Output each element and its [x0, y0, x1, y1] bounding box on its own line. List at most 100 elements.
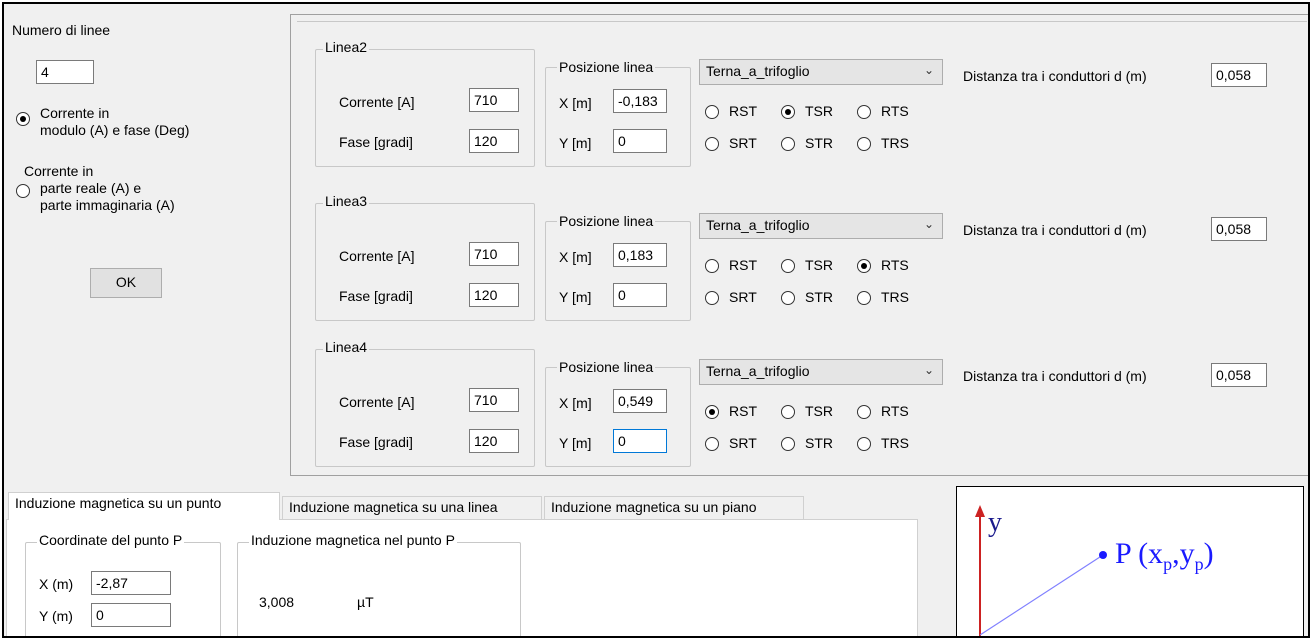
- phase-rts-radio-linea2[interactable]: [857, 105, 871, 119]
- phase-rts-label-linea2: RTS: [881, 103, 909, 119]
- result-value: 3,008: [259, 594, 295, 610]
- phase-str-radio-linea2[interactable]: [781, 137, 795, 151]
- phase-str-label-linea2: STR: [805, 135, 833, 151]
- phase-tsr-radio-linea2[interactable]: [781, 105, 795, 119]
- fase-label-linea4: Fase [gradi]: [339, 434, 413, 450]
- corrente-input-linea2[interactable]: 710: [469, 88, 519, 112]
- tab-induzione-linea[interactable]: Induzione magnetica su una linea: [282, 496, 542, 520]
- point-diagram: y P (xp,yp): [956, 486, 1304, 636]
- phase-rst-label-linea4: RST: [729, 403, 757, 419]
- phase-trs-radio-linea3[interactable]: [857, 291, 871, 305]
- distanza-label-linea3: Distanza tra i conduttori d (m): [963, 222, 1147, 238]
- x-label-linea4: X [m]: [559, 395, 592, 411]
- fase-input-linea2[interactable]: 120: [469, 129, 519, 153]
- radio-reale-immaginaria-label: Corrente in parte reale (A) e parte imma…: [24, 163, 175, 214]
- y-input-linea3[interactable]: 0: [613, 283, 667, 307]
- phase-trs-label-linea2: TRS: [881, 135, 909, 151]
- left-panel: Numero di linee 4 Corrente in modulo (A)…: [4, 4, 288, 464]
- posizione-label-linea2: Posizione linea: [557, 59, 656, 75]
- line-title-linea2: Linea2: [323, 39, 370, 55]
- fase-label: Fase [gradi]: [339, 134, 413, 150]
- phase-tsr-radio-linea4[interactable]: [781, 405, 795, 419]
- point-y-label: Y (m): [39, 608, 73, 624]
- point-label: P (xp,yp): [1115, 537, 1214, 575]
- fase-label-linea3: Fase [gradi]: [339, 288, 413, 304]
- phase-rst-radio-linea4[interactable]: [705, 405, 719, 419]
- distanza-input-linea3[interactable]: 0,058: [1211, 217, 1267, 241]
- distanza-label-linea2: Distanza tra i conduttori d (m): [963, 68, 1147, 84]
- phase-srt-radio-linea4[interactable]: [705, 437, 719, 451]
- phase-srt-radio-linea2[interactable]: [705, 137, 719, 151]
- phase-str-radio-linea3[interactable]: [781, 291, 795, 305]
- corrente-input-linea4[interactable]: 710: [469, 388, 519, 412]
- chevron-down-icon: ⌄: [923, 63, 934, 77]
- result-group-label: Induzione magnetica nel punto P: [249, 532, 457, 548]
- y-input-linea4[interactable]: 0: [613, 429, 667, 453]
- x-label-linea2: X [m]: [559, 95, 592, 111]
- point-label-sub-y: p: [1194, 554, 1204, 574]
- radio-modulo-fase[interactable]: [16, 112, 30, 126]
- phase-srt-radio-linea3[interactable]: [705, 291, 719, 305]
- phase-str-radio-linea4[interactable]: [781, 437, 795, 451]
- phase-rst-label-linea3: RST: [729, 257, 757, 273]
- num-lines-input[interactable]: 4: [36, 60, 94, 84]
- y-axis-arrow-icon: [975, 505, 985, 517]
- phase-rts-radio-linea3[interactable]: [857, 259, 871, 273]
- phase-rts-label-linea4: RTS: [881, 403, 909, 419]
- corrente-label-linea4: Corrente [A]: [339, 394, 415, 410]
- phase-srt-label-linea3: SRT: [729, 289, 757, 305]
- terna-select-linea4[interactable]: Terna_a_trifoglio ⌄: [699, 359, 943, 385]
- ok-button[interactable]: OK: [90, 268, 162, 298]
- point-x-input[interactable]: -2,87: [91, 571, 171, 595]
- phase-trs-label-linea3: TRS: [881, 289, 909, 305]
- point-label-close: ): [1203, 537, 1214, 570]
- y-axis-label: y: [988, 507, 1002, 538]
- phase-rst-radio-linea2[interactable]: [705, 105, 719, 119]
- point-label-main: P (x: [1115, 537, 1164, 570]
- lines-panel: Linea2 Corrente [A] 710 Fase [gradi] 120…: [290, 14, 1308, 476]
- fase-input-linea3[interactable]: 120: [469, 283, 519, 307]
- point-p-marker: [1099, 551, 1107, 559]
- corrente-input-linea3[interactable]: 710: [469, 242, 519, 266]
- point-y-input[interactable]: 0: [91, 603, 171, 627]
- phase-rts-radio-linea4[interactable]: [857, 405, 871, 419]
- phase-tsr-radio-linea3[interactable]: [781, 259, 795, 273]
- tab-induzione-piano[interactable]: Induzione magnetica su un piano: [544, 496, 804, 520]
- fase-input-linea4[interactable]: 120: [469, 429, 519, 453]
- x-input-linea4[interactable]: 0,549: [613, 389, 667, 413]
- distanza-input-linea4[interactable]: 0,058: [1211, 363, 1267, 387]
- phase-trs-radio-linea2[interactable]: [857, 137, 871, 151]
- radio-modulo-fase-label-line1: Corrente in: [40, 105, 110, 121]
- terna-select-value-linea3: Terna_a_trifoglio: [706, 217, 810, 233]
- phase-tsr-label-linea3: TSR: [805, 257, 833, 273]
- radio-reale-label-line1: Corrente in: [24, 163, 94, 179]
- tab-induzione-punto[interactable]: Induzione magnetica su un punto: [8, 492, 280, 520]
- terna-select-value-linea2: Terna_a_trifoglio: [706, 63, 810, 79]
- point-vector-line: [979, 554, 1104, 636]
- phase-trs-radio-linea4[interactable]: [857, 437, 871, 451]
- app-window: Numero di linee 4 Corrente in modulo (A)…: [2, 2, 1310, 638]
- radio-modulo-fase-label-line2: modulo (A) e fase (Deg): [40, 122, 190, 138]
- num-lines-label: Numero di linee: [12, 22, 111, 38]
- distanza-input-linea2[interactable]: 0,058: [1211, 63, 1267, 87]
- phase-tsr-label-linea2: TSR: [805, 103, 833, 119]
- posizione-label-linea4: Posizione linea: [557, 359, 656, 375]
- radio-reale-label-line3: parte immaginaria (A): [40, 197, 175, 213]
- previous-line-group-edge: [297, 15, 1307, 22]
- phase-rst-radio-linea3[interactable]: [705, 259, 719, 273]
- point-label-sub-x: p: [1163, 554, 1173, 574]
- result-unit: µT: [357, 594, 374, 610]
- terna-select-linea2[interactable]: Terna_a_trifoglio ⌄: [699, 59, 943, 85]
- x-input-linea3[interactable]: 0,183: [613, 243, 667, 267]
- result-group: [237, 542, 521, 636]
- corrente-label: Corrente [A]: [339, 94, 415, 110]
- y-label-linea2: Y [m]: [559, 135, 592, 151]
- phase-str-label-linea4: STR: [805, 435, 833, 451]
- terna-select-linea3[interactable]: Terna_a_trifoglio ⌄: [699, 213, 943, 239]
- phase-trs-label-linea4: TRS: [881, 435, 909, 451]
- y-label-linea3: Y [m]: [559, 289, 592, 305]
- y-input-linea2[interactable]: 0: [613, 129, 667, 153]
- x-input-linea2[interactable]: -0,183: [613, 89, 667, 113]
- distanza-label-linea4: Distanza tra i conduttori d (m): [963, 368, 1147, 384]
- phase-tsr-label-linea4: TSR: [805, 403, 833, 419]
